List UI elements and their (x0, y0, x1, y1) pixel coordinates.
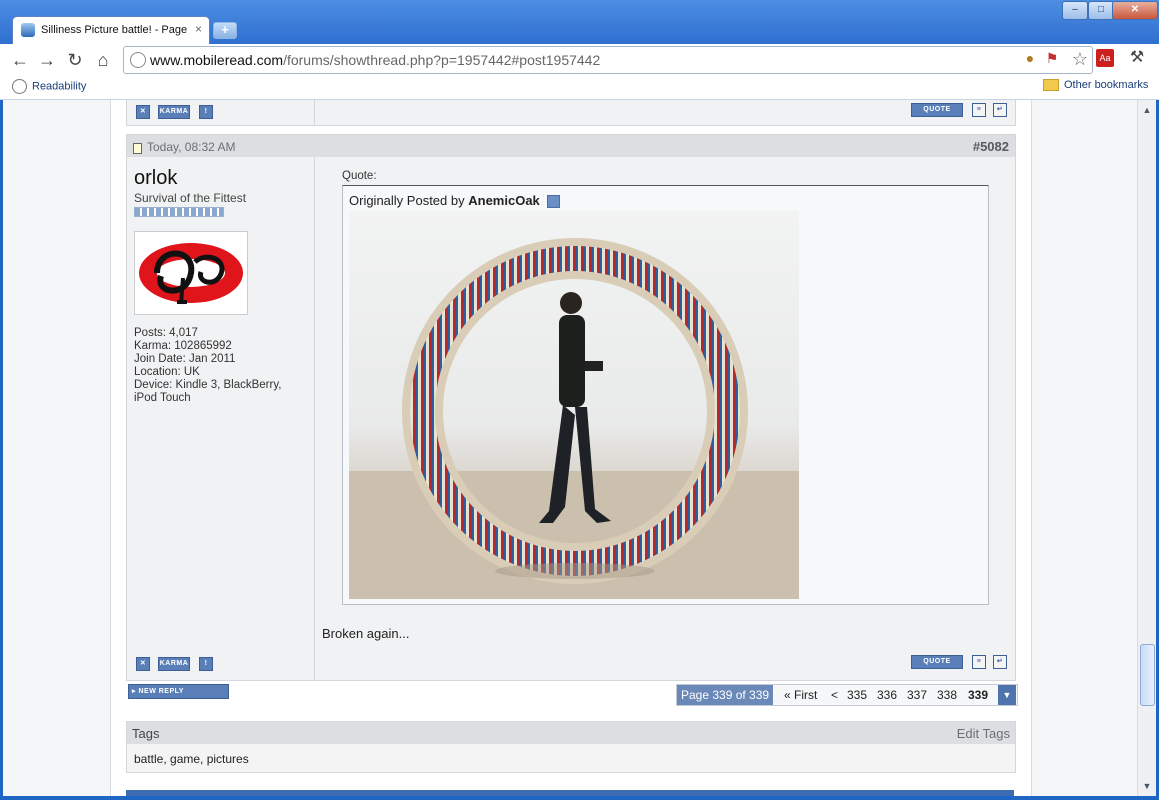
back-icon[interactable]: ← (10, 50, 30, 70)
user-karma: Karma: 102865992 (134, 340, 232, 352)
report-x-icon[interactable]: ✕ (136, 657, 150, 671)
address-bar[interactable]: www.mobileread.com/forums/showthread.php… (123, 46, 1093, 74)
new-tab-button[interactable]: + (213, 22, 237, 39)
prev-page-link[interactable]: < (831, 688, 838, 702)
tab-close-icon[interactable]: × (195, 22, 202, 36)
tab-title: Silliness Picture battle! - Page (41, 24, 188, 36)
user-location: Location: UK (134, 366, 200, 378)
folder-icon (1043, 79, 1059, 92)
quote-label: Quote: (342, 170, 377, 182)
avatar-logo-icon (139, 243, 243, 305)
karma-button[interactable]: KARMA (158, 657, 190, 671)
scroll-thumb[interactable] (1140, 644, 1155, 706)
page-of-label: Page 339 of 339 (677, 685, 774, 705)
forward-icon[interactable]: → (37, 50, 57, 70)
window-close-icon[interactable]: ✕ (1112, 1, 1158, 20)
user-join-date: Join Date: Jan 2011 (134, 353, 236, 365)
pagination: Page 339 of 339 « First < 335 336 337 33… (676, 684, 1018, 706)
new-reply-button[interactable]: ▸ NEW REPLY (128, 684, 229, 699)
multiquote-icon[interactable]: ≡ (972, 103, 986, 117)
footer-bar (126, 790, 1014, 796)
post-document-icon (133, 143, 142, 154)
home-icon[interactable]: ⌂ (93, 50, 113, 70)
site-favicon-icon (21, 23, 35, 37)
page-link-336[interactable]: 336 (877, 688, 897, 702)
previous-post: ✕ KARMA ! QUOTE ≡ ↵ (126, 100, 1016, 126)
post-number[interactable]: #5082 (973, 139, 1009, 154)
bookmarks-bar: Readability Other bookmarks (0, 76, 1159, 100)
quoted-image (349, 211, 799, 599)
user-device: Device: Kindle 3, BlackBerry, (134, 379, 282, 391)
tags-header: Tags Edit Tags (127, 722, 1015, 744)
minimize-icon[interactable]: – (1062, 1, 1088, 20)
karma-button[interactable]: KARMA (158, 105, 190, 119)
reputation-bar (134, 207, 224, 217)
page-viewport: ✕ KARMA ! QUOTE ≡ ↵ Today, 08:32 AM #508… (3, 100, 1137, 796)
page-link-338[interactable]: 338 (937, 688, 957, 702)
page-link-337[interactable]: 337 (907, 688, 927, 702)
bookmark-other[interactable]: Other bookmarks (1043, 79, 1148, 92)
first-page-link[interactable]: « First (784, 688, 817, 702)
scroll-down-icon[interactable]: ▼ (1141, 780, 1153, 792)
reload-icon[interactable]: ↻ (65, 50, 85, 70)
quote-attribution: Originally Posted by AnemicOak (349, 193, 561, 209)
reply-icon[interactable]: ↵ (993, 655, 1007, 669)
post-header: Today, 08:32 AM #5082 (127, 135, 1015, 157)
readability-icon (12, 79, 27, 94)
post-message: Broken again... (322, 626, 410, 641)
page-scrollbar[interactable]: ▲ ▼ (1137, 100, 1156, 796)
address-url[interactable]: www.mobileread.com/forums/showthread.php… (150, 52, 600, 68)
quote-block: Originally Posted by AnemicOak (342, 185, 989, 605)
reply-icon[interactable]: ↵ (993, 103, 1007, 117)
user-posts: Posts: 4,017 (134, 327, 198, 339)
post-content: Quote: Originally Posted by AnemicOak Br… (315, 157, 1015, 680)
user-device-cont: iPod Touch (134, 392, 191, 404)
forum-post: Today, 08:32 AM #5082 orlok Survival of … (126, 134, 1016, 681)
post-date: Today, 08:32 AM (147, 140, 236, 154)
username[interactable]: orlok (134, 167, 177, 190)
warn-icon[interactable]: ! (199, 105, 213, 119)
quote-button[interactable]: QUOTE (911, 103, 963, 117)
multiquote-icon[interactable]: ≡ (972, 655, 986, 669)
user-avatar[interactable] (134, 231, 248, 315)
bookmark-readability[interactable]: Readability (12, 79, 86, 94)
extension-cookie-icon[interactable]: ● (1020, 48, 1040, 68)
quote-button[interactable]: QUOTE (911, 655, 963, 669)
view-post-icon[interactable] (547, 195, 561, 209)
user-info-pane: orlok Survival of the Fittest Posts: 4,0… (127, 157, 315, 680)
page-link-335[interactable]: 335 (847, 688, 867, 702)
bookmark-star-icon[interactable]: ☆ (1072, 49, 1088, 70)
pdf-extension-icon[interactable]: Aa (1096, 49, 1114, 67)
tags-title: Tags (132, 726, 160, 741)
maximize-icon[interactable]: □ (1088, 1, 1114, 20)
browser-tab[interactable]: Silliness Picture battle! - Page × (12, 16, 210, 45)
user-title: Survival of the Fittest (134, 191, 247, 205)
wrench-icon[interactable]: ⚒ (1127, 48, 1147, 68)
warn-icon[interactable]: ! (199, 657, 213, 671)
report-x-icon[interactable]: ✕ (136, 105, 150, 119)
globe-icon (130, 52, 146, 68)
scroll-up-icon[interactable]: ▲ (1141, 104, 1153, 116)
edit-tags-link[interactable]: Edit Tags (957, 726, 1010, 741)
tags-list[interactable]: battle, game, pictures (134, 752, 249, 766)
extension-flag-icon[interactable]: ⚑ (1042, 48, 1062, 68)
current-page: 339 (968, 688, 989, 702)
window-titlebar: Silliness Picture battle! - Page × + – □… (0, 0, 1159, 45)
page-jump-dropdown-icon[interactable]: ▼ (998, 685, 1016, 705)
forum-page: ✕ KARMA ! QUOTE ≡ ↵ Today, 08:32 AM #508… (110, 100, 1032, 796)
bookshelf-wheel-illustration (349, 238, 799, 599)
user-stats: Posts: 4,017 Karma: 102865992 Join Date:… (134, 327, 281, 405)
tags-panel: Tags Edit Tags battle, game, pictures (126, 721, 1016, 773)
quote-author[interactable]: AnemicOak (468, 193, 540, 208)
